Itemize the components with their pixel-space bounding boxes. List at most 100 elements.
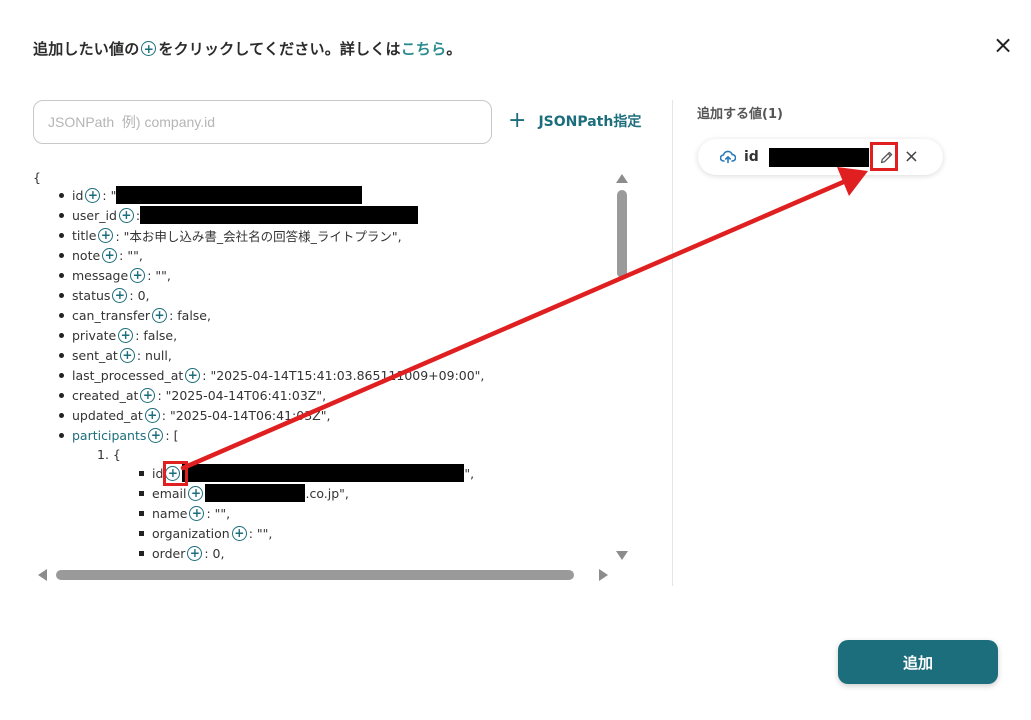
- json-key: sent_at: [72, 347, 118, 363]
- json-value: : 0,: [129, 287, 150, 303]
- panel-divider: [672, 100, 673, 586]
- bullet: [59, 412, 64, 418]
- scroll-thumb[interactable]: [617, 190, 627, 278]
- add-value-icon[interactable]: +: [144, 407, 160, 423]
- add-value-icon[interactable]: +: [187, 545, 203, 561]
- cloud-upload-icon: [720, 150, 736, 164]
- json-key-expandable[interactable]: participants: [72, 428, 146, 443]
- jsonpath-specify-button[interactable]: + JSONPath指定: [508, 108, 642, 133]
- json-value: .co.jp",: [305, 485, 349, 501]
- add-value-icon[interactable]: +: [148, 427, 164, 443]
- redacted-value: [205, 484, 306, 502]
- json-row-participants: participants + : [: [59, 426, 178, 444]
- json-row-participant-email: email + .co.jp",: [139, 484, 349, 502]
- json-row-participant-id: id + ",: [139, 464, 474, 482]
- json-value: : "",: [147, 267, 171, 283]
- add-value-icon[interactable]: +: [102, 247, 118, 263]
- scroll-left-arrow-icon[interactable]: [38, 569, 47, 581]
- json-row-can-transfer: can_transfer + : false,: [59, 306, 211, 324]
- json-row-participant-organization: organization + : "",: [139, 524, 272, 542]
- added-values-title: 追加する値(1): [697, 107, 783, 122]
- json-key: message: [72, 267, 129, 283]
- instruction-text-end: 。: [446, 40, 462, 58]
- bullet: [59, 392, 64, 398]
- json-key: can_transfer: [72, 307, 151, 323]
- jsonpath-search-input[interactable]: [33, 100, 492, 144]
- bullet: [59, 372, 64, 378]
- add-value-icon[interactable]: +: [130, 267, 146, 283]
- json-value: : "2025-04-14T06:41:03Z",: [157, 387, 327, 403]
- scroll-right-arrow-icon[interactable]: [599, 569, 608, 581]
- json-key: email: [152, 485, 187, 501]
- close-icon[interactable]: ×: [992, 33, 1014, 57]
- bullet: [139, 510, 144, 516]
- add-value-icon[interactable]: +: [189, 505, 205, 521]
- json-value: : null,: [136, 347, 172, 363]
- json-row-created-at: created_at + : "2025-04-14T06:41:03Z",: [59, 386, 326, 404]
- scroll-down-arrow-icon[interactable]: [616, 551, 628, 560]
- add-value-icon[interactable]: +: [112, 287, 128, 303]
- bullet: [59, 432, 64, 438]
- added-value-chip: id ×: [698, 139, 943, 175]
- jsonpath-specify-label: JSONPath指定: [538, 114, 642, 130]
- bullet: [59, 192, 64, 198]
- vertical-scrollbar[interactable]: [613, 172, 631, 562]
- json-value: : "",: [119, 247, 143, 263]
- redacted-value: [140, 206, 419, 224]
- bullet: [59, 212, 64, 218]
- plus-circle-icon: +: [141, 41, 157, 56]
- json-key: organization: [152, 525, 230, 541]
- add-value-icon[interactable]: +: [118, 327, 134, 343]
- add-value-icon[interactable]: +: [231, 525, 247, 541]
- bullet: [59, 292, 64, 298]
- json-row-message: message + : "",: [59, 266, 171, 284]
- add-value-icon[interactable]: +: [140, 387, 156, 403]
- json-key: order: [152, 545, 186, 561]
- json-key: status: [72, 287, 111, 303]
- add-value-icon[interactable]: +: [85, 187, 101, 203]
- json-tree-panel: { id + : " user_id + : title + : "本お申し込み…: [30, 165, 633, 585]
- json-key: id: [72, 187, 84, 203]
- json-value: : "",: [248, 525, 273, 541]
- scroll-thumb[interactable]: [56, 570, 574, 580]
- add-value-icon[interactable]: +: [188, 485, 204, 501]
- bullet: [139, 550, 144, 556]
- json-row-sent-at: sent_at + : null,: [59, 346, 172, 364]
- add-value-icon[interactable]: +: [118, 207, 134, 223]
- instruction-text: 追加したい値の + をクリックしてください。詳しくは こちら 。: [33, 38, 462, 59]
- json-key: last_processed_at: [72, 367, 184, 383]
- json-value: : "2025-04-14T06:41:03Z",: [161, 407, 331, 423]
- add-value-icon[interactable]: +: [152, 307, 168, 323]
- json-row-participant-name: name + : "",: [139, 504, 230, 522]
- json-row-updated-at: updated_at + : "2025-04-14T06:41:03Z",: [59, 406, 330, 424]
- json-value: ",: [464, 465, 475, 481]
- horizontal-scrollbar[interactable]: [32, 566, 612, 584]
- add-button[interactable]: 追加: [838, 640, 998, 684]
- json-value: : [: [165, 427, 179, 443]
- bullet: [139, 470, 144, 476]
- plus-icon: +: [508, 108, 527, 133]
- json-row-participant-order: order + : 0,: [139, 544, 224, 562]
- instruction-text-before: 追加したい値の: [33, 40, 140, 58]
- json-key: created_at: [72, 387, 139, 403]
- json-value: : ": [102, 187, 117, 203]
- scroll-up-arrow-icon[interactable]: [616, 174, 628, 183]
- add-value-icon[interactable]: +: [119, 347, 135, 363]
- json-key: id: [152, 465, 164, 481]
- json-value: : "本お申し込み書_会社名の回答様_ライトプラン",: [115, 228, 402, 244]
- json-key: private: [72, 327, 117, 343]
- json-value: : 0,: [204, 545, 225, 561]
- json-open-brace: {: [33, 169, 41, 185]
- chip-label: id: [744, 149, 759, 165]
- annotation-highlight-box: [163, 461, 188, 486]
- json-row-status: status + : 0,: [59, 286, 150, 304]
- json-row-last-processed-at: last_processed_at + : "2025-04-14T15:41:…: [59, 366, 484, 384]
- add-value-icon[interactable]: +: [185, 367, 201, 383]
- remove-icon[interactable]: ×: [904, 148, 919, 166]
- json-key: updated_at: [72, 407, 143, 423]
- json-key: title: [72, 227, 97, 243]
- redacted-value: [768, 147, 869, 167]
- help-link[interactable]: こちら: [401, 38, 447, 59]
- bullet: [59, 312, 64, 318]
- add-value-icon[interactable]: +: [98, 227, 114, 243]
